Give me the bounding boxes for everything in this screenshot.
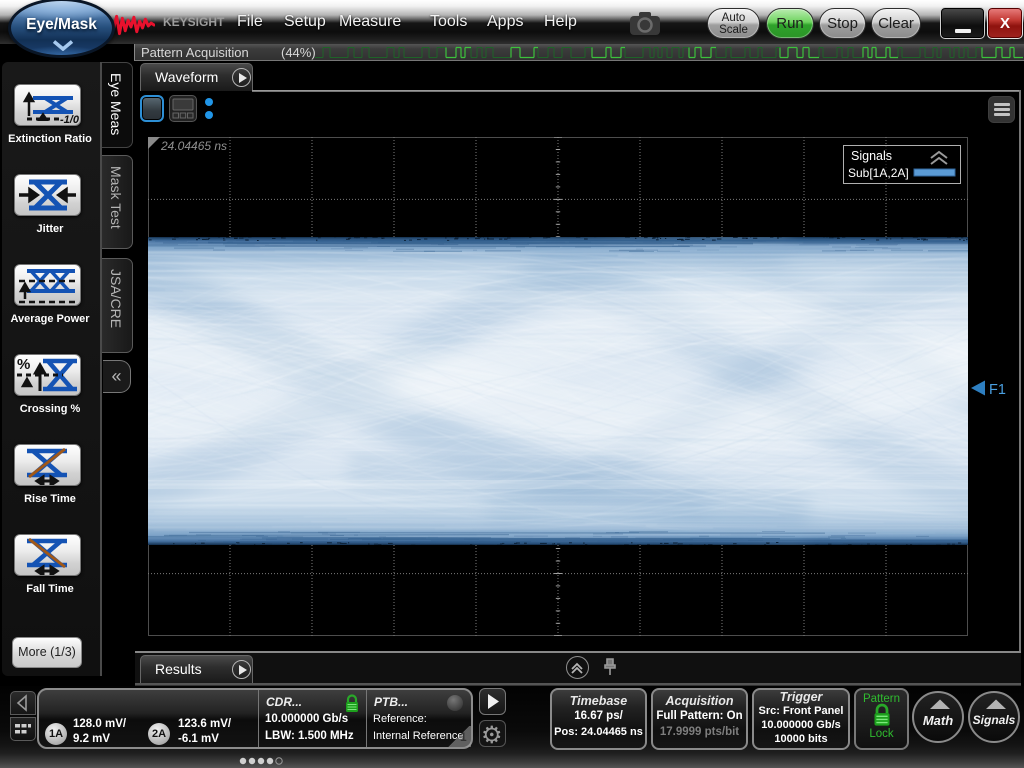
svg-text:24.04465 ns: 24.04465 ns <box>160 139 227 153</box>
svg-text:Signals: Signals <box>851 149 892 163</box>
svg-text:%: % <box>17 356 30 373</box>
svg-text:-1/0: -1/0 <box>60 114 80 125</box>
svg-text:F1: F1 <box>989 382 1006 398</box>
svg-text:Sub[1A,2A]: Sub[1A,2A] <box>848 166 909 180</box>
